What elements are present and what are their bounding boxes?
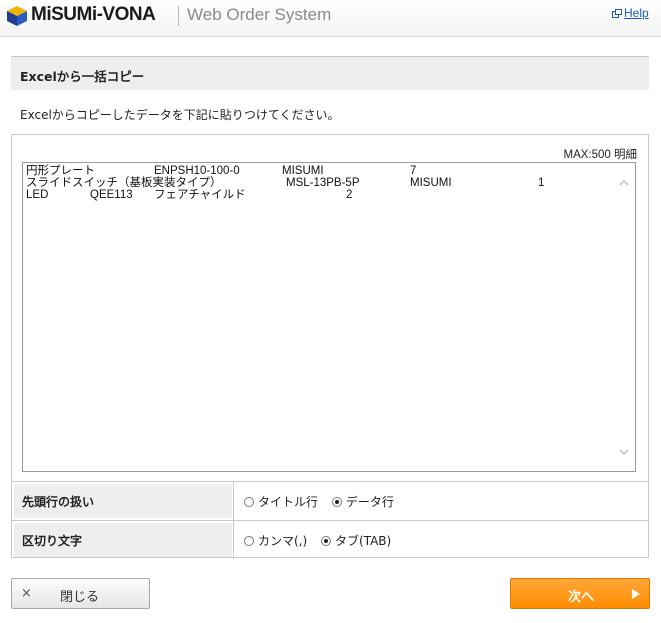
- play-arrow-icon: [632, 589, 640, 599]
- first-row-label: 先頭行の扱い: [22, 495, 95, 509]
- radio-data-row[interactable]: データ行: [331, 493, 394, 510]
- radio-circle-unchecked[interactable]: [244, 496, 254, 507]
- radio-title-row-label: タイトル行: [258, 495, 319, 509]
- delimiter-label-cell: 区切り文字: [14, 523, 232, 557]
- paste-cell: QEE113: [90, 189, 133, 201]
- instruction-text: Excelからコピーしたデータを下記に貼りつけてください。: [20, 108, 340, 122]
- next-button-label: 次へ: [568, 590, 595, 605]
- close-icon: ×: [21, 586, 32, 601]
- option-divider: [233, 482, 234, 520]
- radio-title-row[interactable]: タイトル行: [244, 493, 318, 510]
- paste-cell: フェアチャイルド: [154, 189, 246, 201]
- section-title-bar: Excelから一括コピー: [11, 56, 649, 90]
- paste-cell: 7: [410, 165, 417, 177]
- help-link[interactable]: Help: [612, 6, 649, 20]
- option-divider: [233, 521, 234, 559]
- radio-comma[interactable]: カンマ(,): [244, 532, 307, 549]
- close-button-label: 閉じる: [60, 590, 100, 605]
- header-divider: [178, 6, 179, 26]
- paste-cell: 円形プレート: [26, 165, 95, 177]
- radio-tab[interactable]: タブ(TAB): [321, 532, 391, 549]
- radio-circle-unchecked[interactable]: [244, 535, 254, 546]
- radio-tab-label: タブ(TAB): [335, 534, 392, 548]
- first-row-label-cell: 先頭行の扱い: [14, 484, 232, 518]
- paste-cell: MISUMI: [282, 165, 324, 177]
- delimiter-label: 区切り文字: [22, 534, 83, 548]
- scroll-up-icon[interactable]: [619, 178, 629, 186]
- paste-cell: 2: [346, 189, 353, 201]
- paste-cell: スライドスイッチ（基板実装タイプ）: [26, 177, 222, 189]
- first-row-option-row: 先頭行の扱い タイトル行 データ行: [12, 481, 648, 520]
- external-window-icon: [612, 9, 622, 18]
- help-label: Help: [624, 6, 649, 20]
- radio-circle-checked[interactable]: [331, 496, 342, 507]
- misumi-logo-icon: [7, 6, 27, 26]
- copy-panel: MAX:500 明細 円形プレート ENPSH10-100-0 MISUMI 7…: [11, 134, 649, 559]
- app-header: MiSUMi-VONA Web Order System Help: [0, 0, 661, 37]
- radio-comma-label: カンマ(,): [258, 534, 308, 548]
- system-name: Web Order System: [187, 5, 332, 24]
- radio-data-row-label: データ行: [345, 495, 394, 509]
- section-title: Excelから一括コピー: [20, 69, 145, 84]
- delimiter-option-row: 区切り文字 カンマ(,) タブ(TAB): [12, 520, 648, 559]
- paste-cell: MSL-13PB-5P: [286, 177, 360, 189]
- max-rows-label: MAX:500 明細: [563, 149, 638, 161]
- scroll-down-icon[interactable]: [619, 449, 629, 457]
- paste-cell: LED: [26, 189, 49, 201]
- brand-name: MiSUMi-VONA: [31, 4, 156, 25]
- paste-cell: 1: [538, 177, 545, 189]
- radio-circle-checked[interactable]: [321, 535, 332, 546]
- paste-cell: ENPSH10-100-0: [154, 165, 240, 177]
- first-row-radio-group: タイトル行 データ行: [244, 493, 404, 510]
- close-button[interactable]: × 閉じる: [11, 578, 150, 609]
- paste-textarea[interactable]: 円形プレート ENPSH10-100-0 MISUMI 7 スライドスイッチ（基…: [22, 162, 636, 472]
- delimiter-radio-group: カンマ(,) タブ(TAB): [244, 532, 401, 549]
- next-button[interactable]: 次へ: [510, 578, 650, 609]
- paste-cell: MISUMI: [410, 177, 452, 189]
